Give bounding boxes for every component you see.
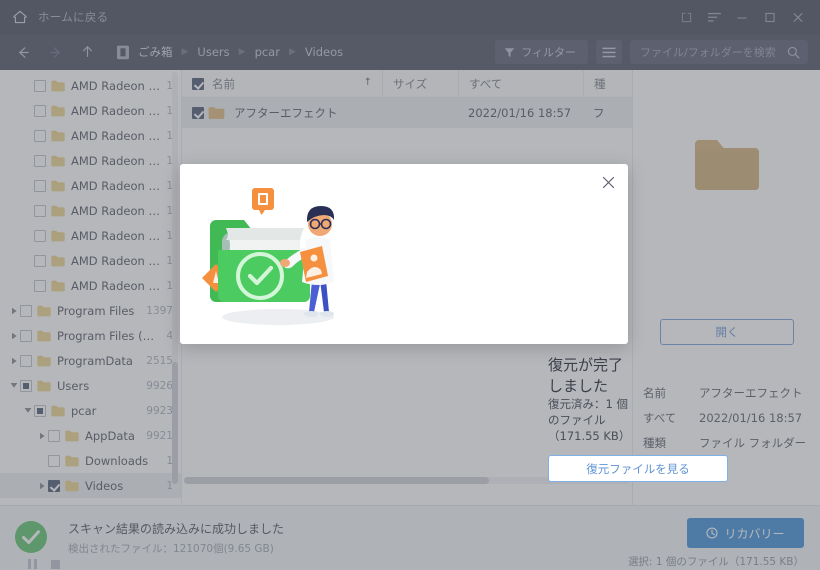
dialog-message: 復元済み：1 個のファイル（171.55 KB） xyxy=(548,397,631,443)
close-icon[interactable] xyxy=(598,172,618,192)
view-recovered-files-button[interactable]: 復元ファイルを見る xyxy=(548,455,728,482)
app-window: ホームに戻る xyxy=(0,0,820,570)
folder-restore-success-illustration xyxy=(202,188,335,325)
dialog-title: 復元が完了しました xyxy=(548,356,624,395)
recovery-complete-dialog: 復元が完了しました 復元済み：1 個のファイル（171.55 KB） 復元ファイ… xyxy=(180,164,728,482)
